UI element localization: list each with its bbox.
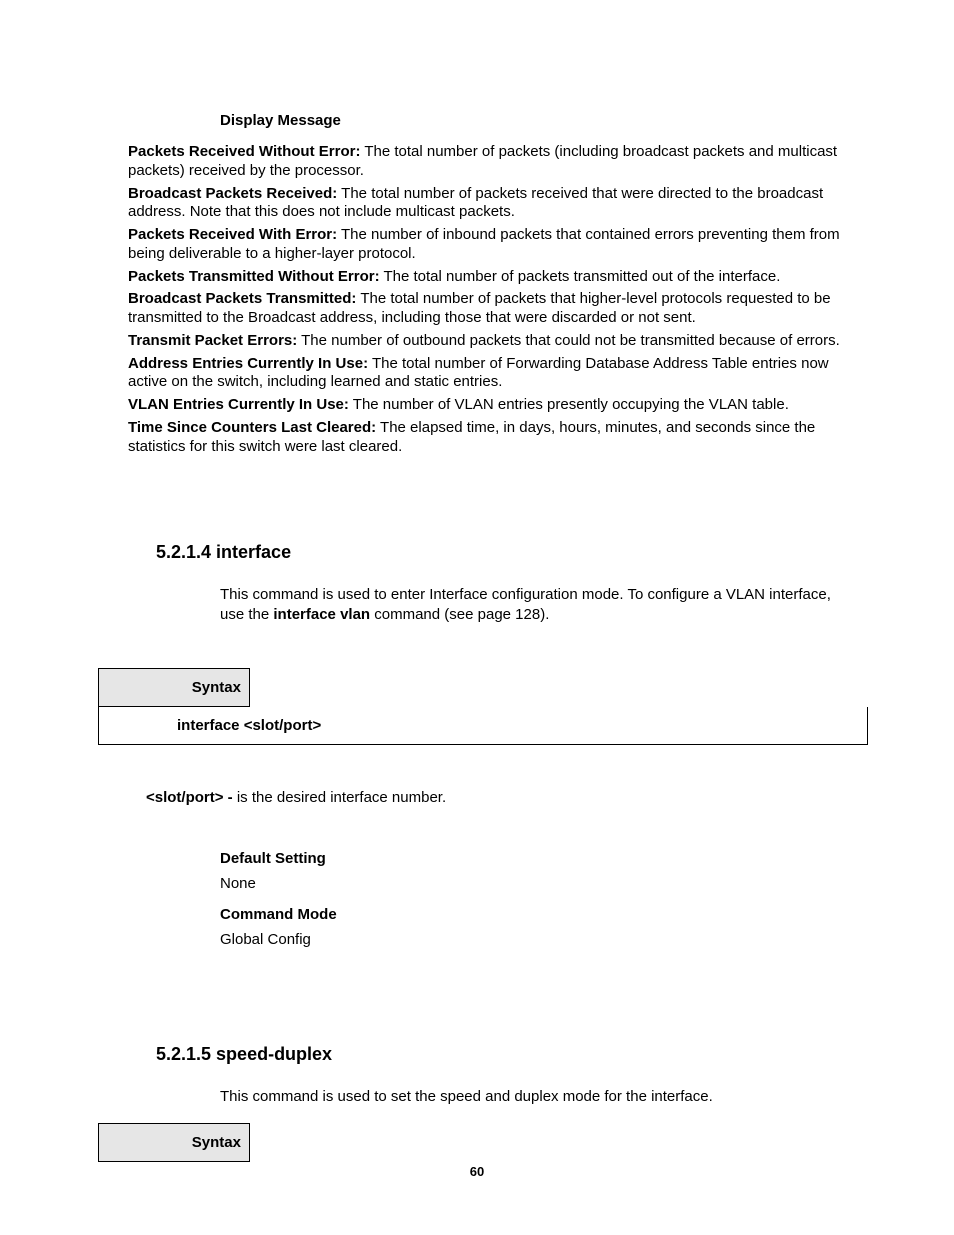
section-title: speed-duplex (216, 1044, 332, 1064)
page-number: 60 (0, 1164, 954, 1179)
definition-term: Packets Received Without Error: (128, 143, 360, 160)
section-heading-speed-duplex: 5.2.1.5 speed-duplex (156, 1044, 858, 1065)
section-number: 5.2.1.5 (156, 1044, 216, 1064)
definition-item: Address Entries Currently In Use: The to… (128, 355, 858, 393)
syntax-label: Syntax (98, 668, 250, 707)
definition-item: Packets Received Without Error: The tota… (128, 143, 858, 181)
definition-term: Transmit Packet Errors: (128, 332, 297, 349)
definition-item: Time Since Counters Last Cleared: The el… (128, 419, 858, 457)
default-setting-value: None (220, 875, 858, 892)
command-mode-value: Global Config (220, 931, 858, 948)
syntax-box: Syntax (128, 1123, 858, 1162)
definitions-block: Packets Received Without Error: The tota… (128, 143, 858, 456)
section-desc-interface: This command is used to enter Interface … (220, 585, 858, 624)
definition-item: VLAN Entries Currently In Use: The numbe… (128, 396, 858, 415)
desc-text: command (see page 128). (370, 606, 549, 623)
definition-term: Time Since Counters Last Cleared: (128, 419, 376, 436)
definition-item: Broadcast Packets Received: The total nu… (128, 185, 858, 223)
section-number: 5.2.1.4 (156, 542, 216, 562)
definition-desc: The number of outbound packets that coul… (297, 332, 840, 349)
section-desc-speed-duplex: This command is used to set the speed an… (220, 1087, 858, 1107)
default-setting-label: Default Setting (220, 850, 858, 867)
definition-desc: The number of VLAN entries presently occ… (349, 396, 789, 413)
param-term: <slot/port> - (146, 789, 237, 806)
definition-item: Broadcast Packets Transmitted: The total… (128, 290, 858, 328)
document-page: Display Message Packets Received Without… (0, 0, 954, 1235)
syntax-label: Syntax (98, 1123, 250, 1162)
syntax-command: interface <slot/port> (98, 707, 868, 745)
definition-term: Address Entries Currently In Use: (128, 355, 368, 372)
definition-term: Packets Received With Error: (128, 226, 337, 243)
param-note: <slot/port> - is the desired interface n… (146, 789, 858, 806)
definition-item: Packets Received With Error: The number … (128, 226, 858, 264)
definition-term: Packets Transmitted Without Error: (128, 268, 380, 285)
param-desc: is the desired interface number. (237, 789, 446, 806)
definition-term: Broadcast Packets Received: (128, 185, 337, 202)
definition-term: Broadcast Packets Transmitted: (128, 290, 356, 307)
section-heading-interface: 5.2.1.4 interface (156, 542, 858, 563)
section-title: interface (216, 542, 291, 562)
detail-block: Default Setting None Command Mode Global… (220, 850, 858, 948)
definition-item: Packets Transmitted Without Error: The t… (128, 268, 858, 287)
syntax-box: Syntax interface <slot/port> (128, 668, 858, 745)
display-message-heading: Display Message (220, 112, 858, 129)
desc-bold: interface vlan (273, 606, 370, 623)
definition-item: Transmit Packet Errors: The number of ou… (128, 332, 858, 351)
definition-desc: The total number of packets transmitted … (380, 268, 781, 285)
command-mode-label: Command Mode (220, 906, 858, 923)
definition-term: VLAN Entries Currently In Use: (128, 396, 349, 413)
